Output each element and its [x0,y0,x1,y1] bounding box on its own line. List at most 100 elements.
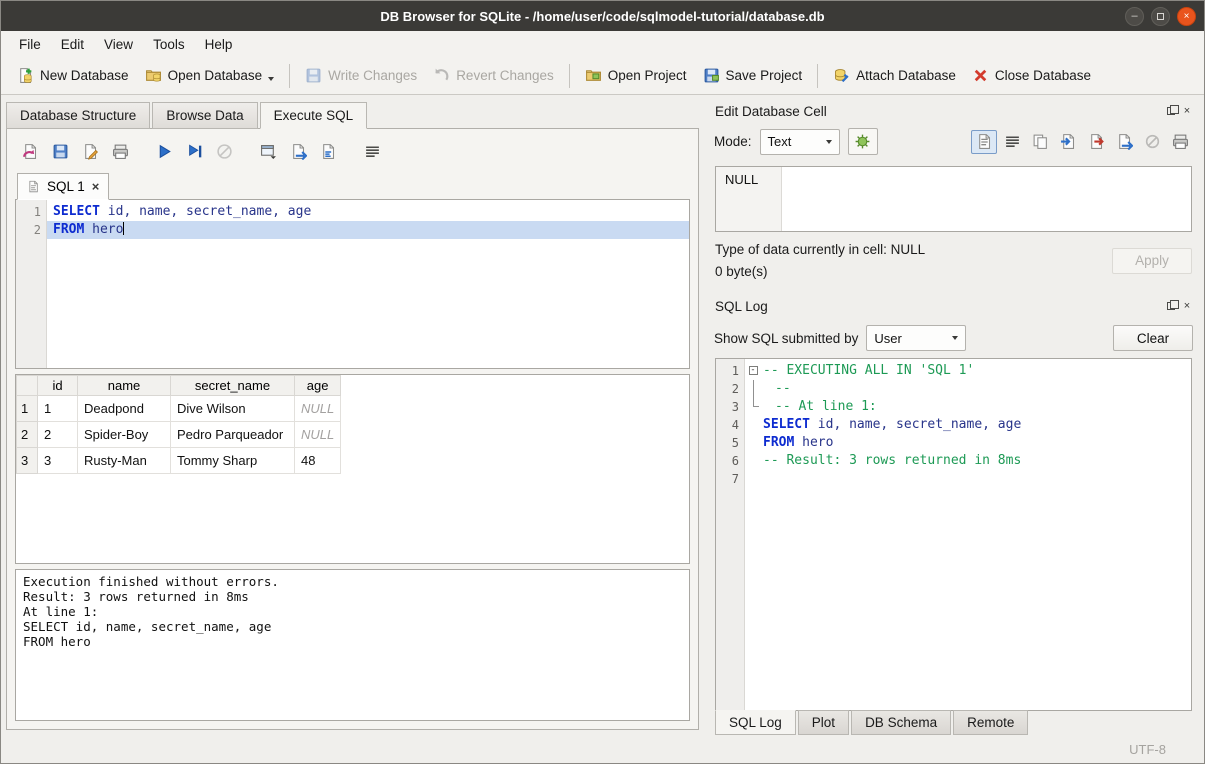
copy-cell-button[interactable] [1027,130,1053,154]
menu-view[interactable]: View [94,34,143,55]
mode-combobox[interactable]: Text [760,129,840,155]
column-header-name[interactable]: name [78,376,171,396]
execute-all-button[interactable] [151,138,177,164]
cell-secret-name[interactable]: Tommy Sharp [171,448,295,474]
float-dock-button[interactable] [1163,104,1179,118]
save-cell-button[interactable] [1111,130,1137,154]
app-window: DB Browser for SQLite - /home/user/code/… [0,0,1205,764]
editor-text-area[interactable]: SELECT id, name, secret_name, age FROM h… [47,200,689,368]
tab-sql-log[interactable]: SQL Log [715,710,796,735]
open-database-dropdown-icon[interactable] [268,77,274,81]
tab-browse-data[interactable]: Browse Data [152,102,257,129]
open-query-tab-icon [260,143,277,160]
fold-marker-icon[interactable]: - [749,366,758,375]
log-filter-combobox[interactable]: User [866,325,966,351]
menu-help[interactable]: Help [195,34,243,55]
row-number[interactable]: 1 [17,396,38,422]
fold-line-end [753,398,754,407]
cell-size-info: 0 byte(s) [715,264,1112,279]
menu-edit[interactable]: Edit [51,34,94,55]
open-project-button[interactable]: Open Project [577,62,695,89]
word-wrap-icon [1004,133,1021,150]
cell-name[interactable]: Spider-Boy [78,422,171,448]
cell-editor[interactable]: NULL [715,166,1192,232]
word-wrap-button[interactable] [359,138,385,164]
execute-line-button[interactable] [181,138,207,164]
tab-database-structure[interactable]: Database Structure [6,102,150,129]
close-database-button[interactable]: Close Database [964,62,1099,89]
bottom-dock-tabs: SQL Log Plot DB Schema Remote [715,711,1192,735]
save-sql-file-as-button[interactable] [77,138,103,164]
tab-db-schema[interactable]: DB Schema [851,710,951,735]
open-database-button[interactable]: Open Database [137,62,283,89]
export-results-button[interactable] [285,138,311,164]
open-sql-file-button[interactable] [17,138,43,164]
write-changes-button[interactable]: Write Changes [297,62,425,89]
tab-remote[interactable]: Remote [953,710,1028,735]
window-title: DB Browser for SQLite - /home/user/code/… [1,9,1204,24]
column-header-age[interactable]: age [295,376,341,396]
corner-header[interactable] [17,376,38,396]
stop-icon [216,143,233,160]
set-null-button[interactable] [1139,130,1165,154]
open-query-tab-button[interactable] [255,138,281,164]
cell-name[interactable]: Rusty-Man [78,448,171,474]
execution-messages: Execution finished without errors. Resul… [15,569,690,721]
titlebar[interactable]: DB Browser for SQLite - /home/user/code/… [1,1,1204,31]
cell-age[interactable]: 48 [295,448,341,474]
close-button[interactable]: × [1177,7,1196,26]
cell-age[interactable]: NULL [295,422,341,448]
log-line: SELECT id, name, secret_name, age [745,416,1191,434]
combobox-arrow-icon [826,140,832,144]
close-dock-button[interactable]: × [1179,104,1195,118]
close-dock-button[interactable]: × [1179,299,1195,313]
fold-line [753,380,754,398]
word-wrap-button[interactable] [999,130,1025,154]
print-icon [112,143,129,160]
edit-cell-dock-title: Edit Database Cell × [708,100,1199,122]
text-mode-button[interactable] [971,130,997,154]
cell-id[interactable]: 2 [38,422,78,448]
new-database-button[interactable]: New Database [9,62,137,89]
cell-secret-name[interactable]: Dive Wilson [171,396,295,422]
format-sql-button[interactable] [315,138,341,164]
editor-line-current: FROM hero [47,221,689,239]
float-dock-button[interactable] [1163,299,1179,313]
row-number[interactable]: 2 [17,422,38,448]
cell-id[interactable]: 1 [38,396,78,422]
tab-execute-sql[interactable]: Execute SQL [260,102,368,129]
minimize-button[interactable]: – [1125,7,1144,26]
apply-button[interactable]: Apply [1112,248,1192,274]
auto-switch-mode-button[interactable] [848,128,878,155]
cell-edit-area[interactable] [782,167,1191,231]
maximize-button[interactable] [1151,7,1170,26]
cell-id[interactable]: 3 [38,448,78,474]
cell-name[interactable]: Deadpond [78,396,171,422]
tab-plot[interactable]: Plot [798,710,849,735]
import-cell-button[interactable] [1055,130,1081,154]
menu-tools[interactable]: Tools [143,34,195,55]
menu-file[interactable]: File [9,34,51,55]
column-header-id[interactable]: id [38,376,78,396]
combobox-arrow-icon [952,336,958,340]
save-sql-file-button[interactable] [47,138,73,164]
revert-changes-button[interactable]: Revert Changes [425,62,562,89]
sql-tab[interactable]: SQL 1 × [17,173,109,200]
sql-editor[interactable]: 1 2 SELECT id, name, secret_name, age FR… [15,199,690,369]
cell-secret-name[interactable]: Pedro Parqueador [171,422,295,448]
clear-log-button[interactable]: Clear [1113,325,1193,351]
save-project-button[interactable]: Save Project [695,62,811,89]
export-cell-button[interactable] [1083,130,1109,154]
row-number[interactable]: 3 [17,448,38,474]
save-cell-icon [1116,133,1133,150]
main-tab-bar: Database Structure Browse Data Execute S… [6,95,699,128]
cell-age[interactable]: NULL [295,396,341,422]
column-header-secret-name[interactable]: secret_name [171,376,295,396]
execute-sql-panel: SQL 1 × 1 2 SELECT id, name, secret_name… [6,128,699,730]
stop-execution-button[interactable] [211,138,237,164]
print-sql-button[interactable] [107,138,133,164]
table-row: 2 2 Spider-Boy Pedro Parqueador NULL [17,422,341,448]
close-tab-icon[interactable]: × [92,182,100,192]
attach-database-button[interactable]: Attach Database [825,62,964,89]
print-cell-button[interactable] [1167,130,1193,154]
